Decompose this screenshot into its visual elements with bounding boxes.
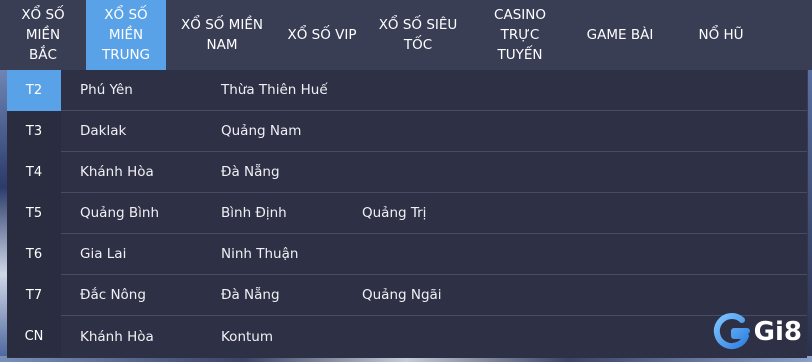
province-list: Phú Yên Thừa Thiên Huế — [61, 70, 807, 111]
province-link[interactable]: Khánh Hòa — [80, 152, 154, 192]
nav-item-label: CASINO TRỰC TUYẾN — [494, 5, 546, 65]
nav-item-label: NỔ HŨ — [698, 25, 743, 45]
nav-item-4[interactable]: XỔ SỐ VIP — [278, 0, 366, 70]
province-list: Đắc Nông Đà Nẵng Quảng Ngãi — [61, 275, 807, 316]
province-list: Quảng Bình Bình Định Quảng Trị — [61, 193, 807, 234]
nav-item-2[interactable]: XỔ SỐ MIỀN TRUNG — [86, 0, 166, 70]
province-link[interactable]: Quảng Trị — [362, 193, 426, 233]
day-label[interactable]: CN — [7, 316, 61, 357]
province-list: Khánh Hòa Đà Nẵng — [61, 152, 807, 193]
province-link[interactable]: Kontum — [221, 316, 273, 357]
nav-item-7[interactable]: GAME BÀI — [570, 0, 670, 70]
day-label[interactable]: T5 — [7, 193, 61, 234]
schedule-row: CN Khánh Hòa Kontum — [7, 316, 807, 357]
background-right-edge — [808, 70, 812, 362]
nav-item-6[interactable]: CASINO TRỰC TUYẾN — [470, 0, 570, 70]
nav-item-label: XỔ SỐ MIỀN TRUNG — [102, 5, 150, 65]
province-link[interactable]: Đà Nẵng — [221, 275, 280, 315]
province-list: Gia Lai Ninh Thuận — [61, 234, 807, 275]
province-link[interactable]: Ninh Thuận — [221, 234, 298, 274]
nav-item-8[interactable]: NỔ HŨ — [670, 0, 772, 70]
province-link[interactable]: Đắc Nông — [80, 275, 146, 315]
nav-label-line: BẮC — [29, 47, 57, 63]
province-link[interactable]: Khánh Hòa — [80, 316, 154, 357]
nav-label-line: GAME BÀI — [586, 27, 654, 43]
day-label[interactable]: T3 — [7, 111, 61, 152]
province-list: Daklak Quảng Nam — [61, 111, 807, 152]
province-link[interactable]: Daklak — [80, 111, 126, 151]
province-link[interactable]: Đà Nẵng — [221, 152, 280, 192]
nav-item-label: XỔ SỐ VIP — [287, 25, 356, 45]
top-nav: XỔ SỐ MIỀN BẮC XỔ SỐ MIỀN TRUNG XỔ SỐ MIỀN NAM… — [0, 0, 812, 70]
schedule-row: T3 Daklak Quảng Nam — [7, 111, 807, 152]
nav-label-line: XỔ SỐ SIÊU — [378, 17, 458, 33]
nav-label-line: CASINO — [494, 7, 546, 23]
draw-schedule-dropdown: T2 Phú Yên Thừa Thiên Huế T3 Daklak Quảng Nam… — [7, 70, 807, 358]
nav-item-3[interactable]: XỔ SỐ MIỀN NAM — [166, 0, 278, 70]
day-label[interactable]: T6 — [7, 234, 61, 275]
province-link[interactable]: Thừa Thiên Huế — [221, 70, 328, 110]
schedule-row: T6 Gia Lai Ninh Thuận — [7, 234, 807, 275]
logo-text: Gi8 — [753, 317, 802, 347]
province-link[interactable]: Gia Lai — [80, 234, 126, 274]
province-link[interactable]: Quảng Ngãi — [362, 275, 442, 315]
nav-label-line: XỔ SỐ MIỀN — [181, 17, 263, 33]
nav-item-5[interactable]: XỔ SỐ SIÊU TỐC — [366, 0, 470, 70]
schedule-row: T4 Khánh Hòa Đà Nẵng — [7, 152, 807, 193]
nav-label-line: TỐC — [403, 37, 433, 53]
nav-label-line: NAM — [206, 37, 238, 53]
schedule-row: T5 Quảng Bình Bình Định Quảng Trị — [7, 193, 807, 234]
nav-label-line: MIỀN — [108, 27, 144, 43]
nav-label-line: TRUNG — [101, 47, 151, 63]
nav-item-1[interactable]: XỔ SỐ MIỀN BẮC — [0, 0, 86, 70]
day-label[interactable]: T4 — [7, 152, 61, 193]
schedule-row: T7 Đắc Nông Đà Nẵng Quảng Ngãi — [7, 275, 807, 316]
province-link[interactable]: Quảng Nam — [221, 111, 301, 151]
nav-label-line: XỔ SỐ VIP — [287, 27, 357, 43]
nav-label-line: TRỰC — [500, 27, 540, 43]
nav-label-line: TUYẾN — [497, 47, 543, 63]
nav-label-line: XỔ SỐ — [104, 7, 148, 23]
nav-label-line: NỔ HŨ — [698, 27, 744, 43]
province-link[interactable]: Bình Định — [221, 193, 287, 233]
nav-item-label: XỔ SỐ SIÊU TỐC — [379, 15, 458, 55]
g-logo-icon — [713, 313, 750, 350]
schedule-row: T2 Phú Yên Thừa Thiên Huế — [7, 70, 807, 111]
nav-label-line: XỔ SỐ MIỀN — [21, 7, 65, 43]
province-list: Khánh Hòa Kontum — [61, 316, 807, 357]
province-link[interactable]: Phú Yên — [80, 70, 133, 110]
day-label[interactable]: T2 — [7, 70, 61, 111]
nav-item-label: GAME BÀI — [587, 25, 654, 45]
nav-item-label: XỔ SỐ MIỀN NAM — [181, 15, 263, 55]
nav-item-label: XỔ SỐ MIỀN BẮC — [4, 5, 82, 65]
day-label[interactable]: T7 — [7, 275, 61, 316]
province-link[interactable]: Quảng Bình — [80, 193, 159, 233]
brand-logo: Gi8 — [712, 312, 802, 352]
